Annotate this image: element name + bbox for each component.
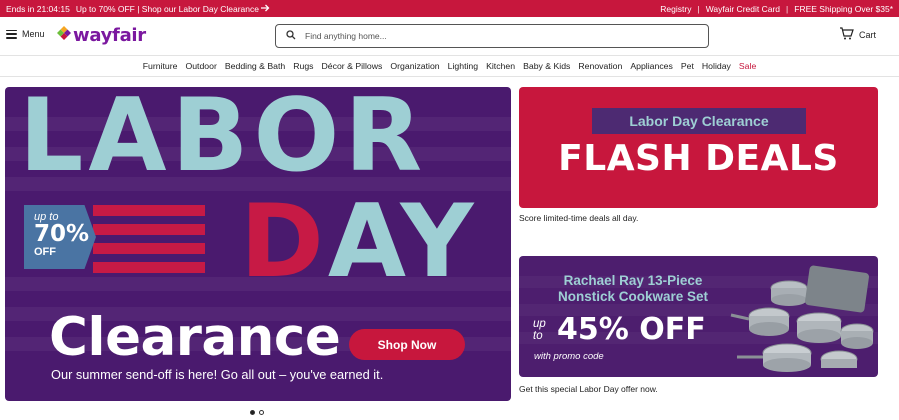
flash-deals-headline: FLASH DEALS (558, 138, 839, 179)
free-shipping-link[interactable]: FREE Shipping Over $35* (794, 4, 893, 14)
cookware-upto-line2: to (533, 330, 543, 343)
cart-icon (839, 27, 854, 42)
hero-subline: Our summer send-off is here! Go all out … (51, 367, 384, 382)
divider: | (786, 3, 789, 14)
labor-day-promo-text: Up to 70% OFF | Shop our Labor Day Clear… (75, 3, 259, 14)
hamburger-icon (6, 29, 17, 39)
registry-link[interactable]: Registry (660, 4, 691, 14)
hero-headline: Clearance (49, 307, 341, 368)
cart-button[interactable]: Cart (839, 27, 876, 42)
cookware-title: Rachael Ray 13-Piece Nonstick Cookware S… (533, 273, 733, 305)
cookware-upto: up to (533, 318, 546, 342)
cookware-title-line1: Rachael Ray 13-Piece (563, 273, 703, 288)
menu-button[interactable]: Menu (6, 29, 45, 39)
shop-now-button[interactable]: Shop Now (349, 329, 465, 360)
hero-word-day-d: D (240, 182, 328, 300)
nav-appliances[interactable]: Appliances (630, 61, 673, 71)
logo-mark-icon (57, 26, 71, 45)
category-nav: Furniture Outdoor Bedding & Bath Rugs Dé… (0, 55, 899, 77)
nav-kitchen[interactable]: Kitchen (486, 61, 515, 71)
hero-word-day: DAY (240, 191, 477, 292)
nav-pet[interactable]: Pet (681, 61, 694, 71)
badge-off: OFF (34, 246, 56, 258)
top-promo-bar: Ends in 21:04:15 Up to 70% OFF | Shop ou… (0, 0, 899, 17)
flash-deals-tag: Labor Day Clearance (592, 108, 806, 134)
search-bar[interactable] (275, 24, 709, 48)
top-promo-right: Registry | Wayfair Credit Card | FREE Sh… (660, 4, 893, 14)
cookware-discount: 45% OFF (557, 312, 706, 347)
menu-label: Menu (22, 29, 45, 39)
cookware-promo-note: with promo code (534, 351, 604, 362)
nav-organization[interactable]: Organization (390, 61, 439, 71)
cookware-banner[interactable]: Rachael Ray 13-Piece Nonstick Cookware S… (519, 256, 878, 377)
search-input[interactable] (305, 31, 708, 41)
divider: | (697, 3, 700, 14)
badge-percent: 70% (34, 221, 90, 247)
nav-decor-pillows[interactable]: Décor & Pillows (322, 61, 383, 71)
site-header: Menu wayfair Cart (0, 17, 899, 55)
nav-renovation[interactable]: Renovation (578, 61, 622, 71)
cookware-upto-line1: up (533, 318, 546, 330)
hero-word-labor: LABOR (19, 87, 428, 194)
nav-furniture[interactable]: Furniture (143, 61, 178, 71)
carousel-dot-1[interactable] (250, 410, 255, 415)
hero-word-day-rest: AY (327, 182, 478, 300)
flag-stripes (93, 205, 205, 281)
nav-sale[interactable]: Sale (739, 61, 756, 71)
nav-baby-kids[interactable]: Baby & Kids (523, 61, 570, 71)
flash-deals-banner[interactable]: Labor Day Clearance FLASH DEALS (519, 87, 878, 208)
discount-badge: up to 70% OFF (24, 205, 96, 269)
cookware-set-image (729, 261, 877, 375)
top-promo-left: Ends in 21:04:15 Up to 70% OFF | Shop ou… (6, 4, 270, 14)
search-icon (286, 27, 296, 45)
labor-day-promo-link[interactable]: Up to 70% OFF | Shop our Labor Day Clear… (76, 4, 271, 14)
cookware-title-line2: Nonstick Cookware Set (557, 289, 709, 305)
nav-lighting[interactable]: Lighting (448, 61, 478, 71)
nav-holiday[interactable]: Holiday (702, 61, 731, 71)
nav-bedding-bath[interactable]: Bedding & Bath (225, 61, 285, 71)
cart-label: Cart (859, 29, 877, 40)
nav-outdoor[interactable]: Outdoor (185, 61, 216, 71)
nav-rugs[interactable]: Rugs (293, 61, 313, 71)
flash-deals-caption: Score limited-time deals all day. (519, 213, 639, 223)
cookware-caption: Get this special Labor Day offer now. (519, 384, 658, 394)
countdown-timer: Ends in 21:04:15 (6, 3, 70, 14)
arrow-right-icon (261, 4, 270, 14)
logo-wordmark: wayfair (73, 25, 146, 46)
credit-card-link[interactable]: Wayfair Credit Card (706, 4, 780, 14)
carousel-dot-2[interactable] (259, 410, 264, 415)
wayfair-logo[interactable]: wayfair (57, 25, 146, 46)
hero-banner[interactable]: LABOR up to 70% OFF DAY Clearance Shop N… (5, 87, 511, 401)
carousel-dots (250, 410, 264, 415)
